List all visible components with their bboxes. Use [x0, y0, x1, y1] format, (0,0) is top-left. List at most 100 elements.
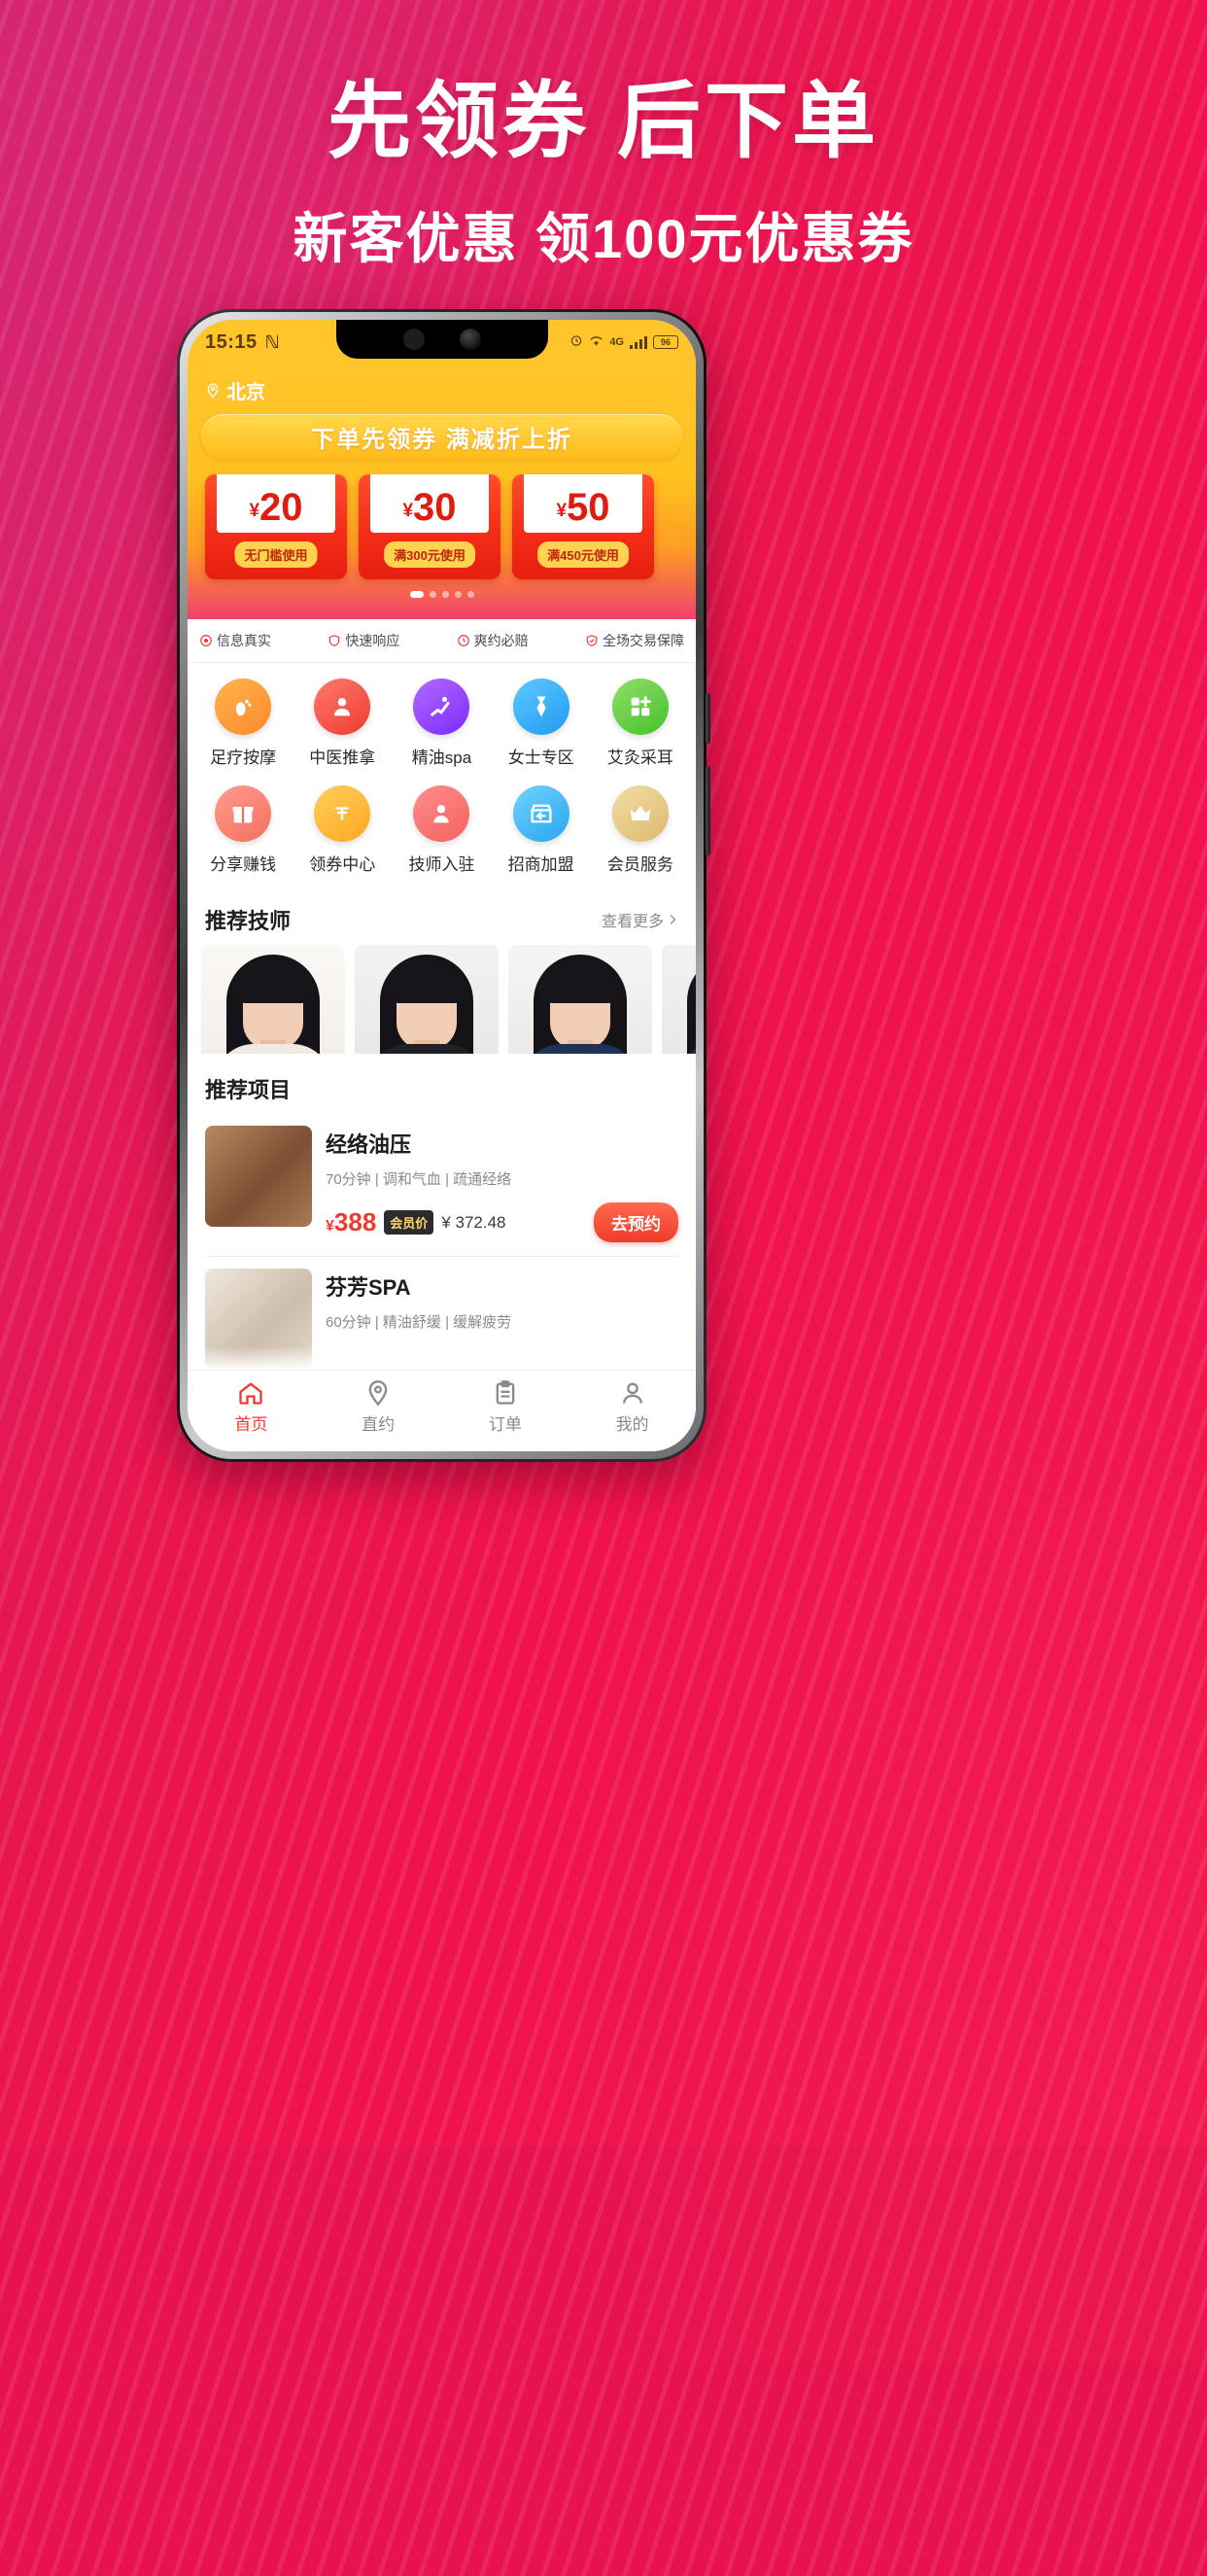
- spa-icon: [413, 679, 470, 735]
- category-label: 女士专区: [507, 748, 574, 767]
- battery-indicator: 96: [653, 335, 678, 349]
- technician-photo: [662, 945, 696, 1054]
- promo-subheadline: 新客优惠 领100元优惠券: [293, 207, 914, 269]
- category-label: 会员服务: [606, 855, 673, 874]
- carousel-dot[interactable]: [409, 591, 424, 598]
- project-card[interactable]: 芬芳SPA 60分钟 | 精油舒缓 | 缓解疲劳: [188, 1257, 696, 1370]
- vip-badge: 会员价: [384, 1210, 434, 1235]
- home-icon: [239, 1382, 263, 1405]
- coupon-ticket: ¥20: [217, 474, 335, 533]
- guarantee-label: 快速响应: [345, 633, 400, 648]
- category-item-franchise[interactable]: 招商加盟: [492, 785, 591, 875]
- category-item-spa[interactable]: 精油spa: [392, 679, 491, 768]
- vip-price: ¥ 372.48: [441, 1212, 506, 1232]
- carousel-dot[interactable]: [429, 591, 436, 598]
- phone-mockup: 15:15 ℕ 4G 96 北京 下单先领券 满减折上折 ¥20 无门槛使用 ¥…: [177, 309, 710, 1462]
- carousel-dot[interactable]: [454, 591, 462, 598]
- category-label: 分享赚钱: [210, 855, 277, 874]
- category-item-member[interactable]: 会员服务: [591, 785, 690, 875]
- price-currency: ¥: [326, 1218, 334, 1235]
- tab-direct-booking[interactable]: 直约: [315, 1379, 442, 1435]
- status-time: 15:15: [205, 331, 258, 353]
- status-bar: 15:15 ℕ 4G 96: [188, 320, 696, 365]
- category-label: 技师入驻: [408, 855, 475, 874]
- tab-orders[interactable]: 订单: [442, 1379, 569, 1435]
- tab-label: 直约: [362, 1415, 396, 1434]
- project-name: 经络油压: [326, 1132, 412, 1157]
- user-icon: [622, 1382, 642, 1404]
- guarantee-label: 全场交易保障: [602, 633, 684, 648]
- price-value: 388: [333, 1207, 377, 1236]
- carousel-dot[interactable]: [441, 591, 449, 598]
- category-item-zuliao[interactable]: 足疗按摩: [193, 679, 293, 768]
- coupon-card[interactable]: ¥20 无门槛使用: [205, 474, 347, 579]
- tab-profile[interactable]: 我的: [569, 1379, 696, 1435]
- view-more-label: 查看更多: [601, 914, 664, 930]
- clipboard-icon: [496, 1380, 515, 1405]
- location-label: 北京: [226, 382, 265, 403]
- coupon-list: ¥20 无门槛使用 ¥30 满300元使用 ¥50 满450元使用: [188, 459, 696, 579]
- category-item-share[interactable]: 分享赚钱: [193, 785, 293, 875]
- coupon-banner[interactable]: 下单先领券 满减折上折: [201, 414, 682, 459]
- status-icons: 4G 96: [569, 333, 678, 351]
- section-title: 推荐项目: [205, 1078, 292, 1102]
- coupon-amount: ¥50: [556, 488, 609, 527]
- book-button[interactable]: 去预约: [594, 1202, 678, 1242]
- dress-icon: [512, 679, 569, 735]
- tab-label: 我的: [615, 1415, 649, 1434]
- carousel-dots[interactable]: [188, 579, 696, 598]
- category-item-aijiu[interactable]: 艾灸采耳: [591, 679, 690, 768]
- promo-text-block: 先领券 后下单 新客优惠 领100元优惠券: [0, 0, 1207, 274]
- technician-list[interactable]: 王 订单 200 张 订单 598 刘 订单 500: [188, 945, 696, 1054]
- tech-section-header: 推荐技师 查看更多: [188, 888, 696, 945]
- phone-screen: 15:15 ℕ 4G 96 北京 下单先领券 满减折上折 ¥20 无门槛使用 ¥…: [188, 320, 696, 1451]
- coupon-currency: ¥: [402, 501, 414, 521]
- technician-card[interactable]: 刘 订单 500: [508, 945, 652, 1054]
- location-icon: [368, 1380, 388, 1407]
- clock-icon: [457, 635, 469, 646]
- location-selector[interactable]: 北京: [188, 372, 696, 414]
- project-card[interactable]: 经络油压 70分钟 | 调和气血 | 疏通经络 ¥388 会员价 ¥ 372.4…: [188, 1114, 696, 1242]
- category-item-join-tech[interactable]: 技师入驻: [392, 785, 491, 875]
- coupon-card[interactable]: ¥30 满300元使用: [359, 474, 500, 579]
- project-image: [205, 1126, 312, 1227]
- technician-photo: [201, 945, 345, 1054]
- project-price-row: ¥388 会员价 ¥ 372.48 去预约: [326, 1189, 678, 1242]
- project-name: 芬芳SPA: [326, 1275, 411, 1300]
- network-type-label: 4G: [609, 336, 624, 348]
- category-label: 招商加盟: [507, 855, 574, 874]
- category-grid: 足疗按摩 中医推拿 精油spa 女士专区 艾灸采耳 分享赚钱 领券中心 技师入驻…: [188, 663, 696, 888]
- coupon-ticket: ¥30: [370, 474, 489, 533]
- bottom-tabbar: 首页 直约 订单 我的: [188, 1370, 696, 1451]
- view-more-technicians-button[interactable]: 查看更多: [602, 908, 678, 931]
- technician-card[interactable]: 张 订单 598: [355, 945, 499, 1054]
- doctor-icon: [314, 679, 371, 735]
- category-label: 领券中心: [309, 855, 376, 874]
- technician-photo: [508, 945, 652, 1054]
- feet-icon: [215, 679, 272, 735]
- plus-icon: [611, 679, 669, 735]
- location-pin-icon: [207, 383, 219, 399]
- crown-icon: [611, 785, 669, 842]
- carousel-dot[interactable]: [466, 591, 474, 598]
- category-item-tuina[interactable]: 中医推拿: [293, 679, 392, 768]
- chevron-right-icon: [670, 915, 676, 924]
- shield-check-icon: [586, 635, 598, 646]
- coupon-amount: ¥20: [249, 488, 302, 527]
- signal-icon: [630, 335, 647, 349]
- category-item-ladies[interactable]: 女士专区: [492, 679, 591, 768]
- project-info: 经络油压 70分钟 | 调和气血 | 疏通经络 ¥388 会员价 ¥ 372.4…: [326, 1126, 678, 1242]
- guarantee-item: 信息真实: [199, 631, 271, 650]
- technician-card[interactable]: 王 订单 200: [201, 945, 345, 1054]
- guarantee-item: 快速响应: [328, 631, 399, 650]
- category-label: 足疗按摩: [210, 748, 277, 767]
- category-label: 中医推拿: [309, 748, 376, 767]
- app-header-area: 北京 下单先领券 满减折上折 ¥20 无门槛使用 ¥30 满300元使用 ¥50…: [188, 365, 696, 619]
- tab-home[interactable]: 首页: [188, 1379, 315, 1435]
- coupon-icon: [314, 785, 371, 842]
- coupon-currency: ¥: [556, 501, 568, 521]
- project-description: 60分钟 | 精油舒缓 | 缓解疲劳: [326, 1314, 512, 1331]
- coupon-card[interactable]: ¥50 满450元使用: [512, 474, 654, 579]
- technician-card[interactable]: 李 订单: [662, 945, 696, 1054]
- category-item-coupon-center[interactable]: 领券中心: [293, 785, 392, 875]
